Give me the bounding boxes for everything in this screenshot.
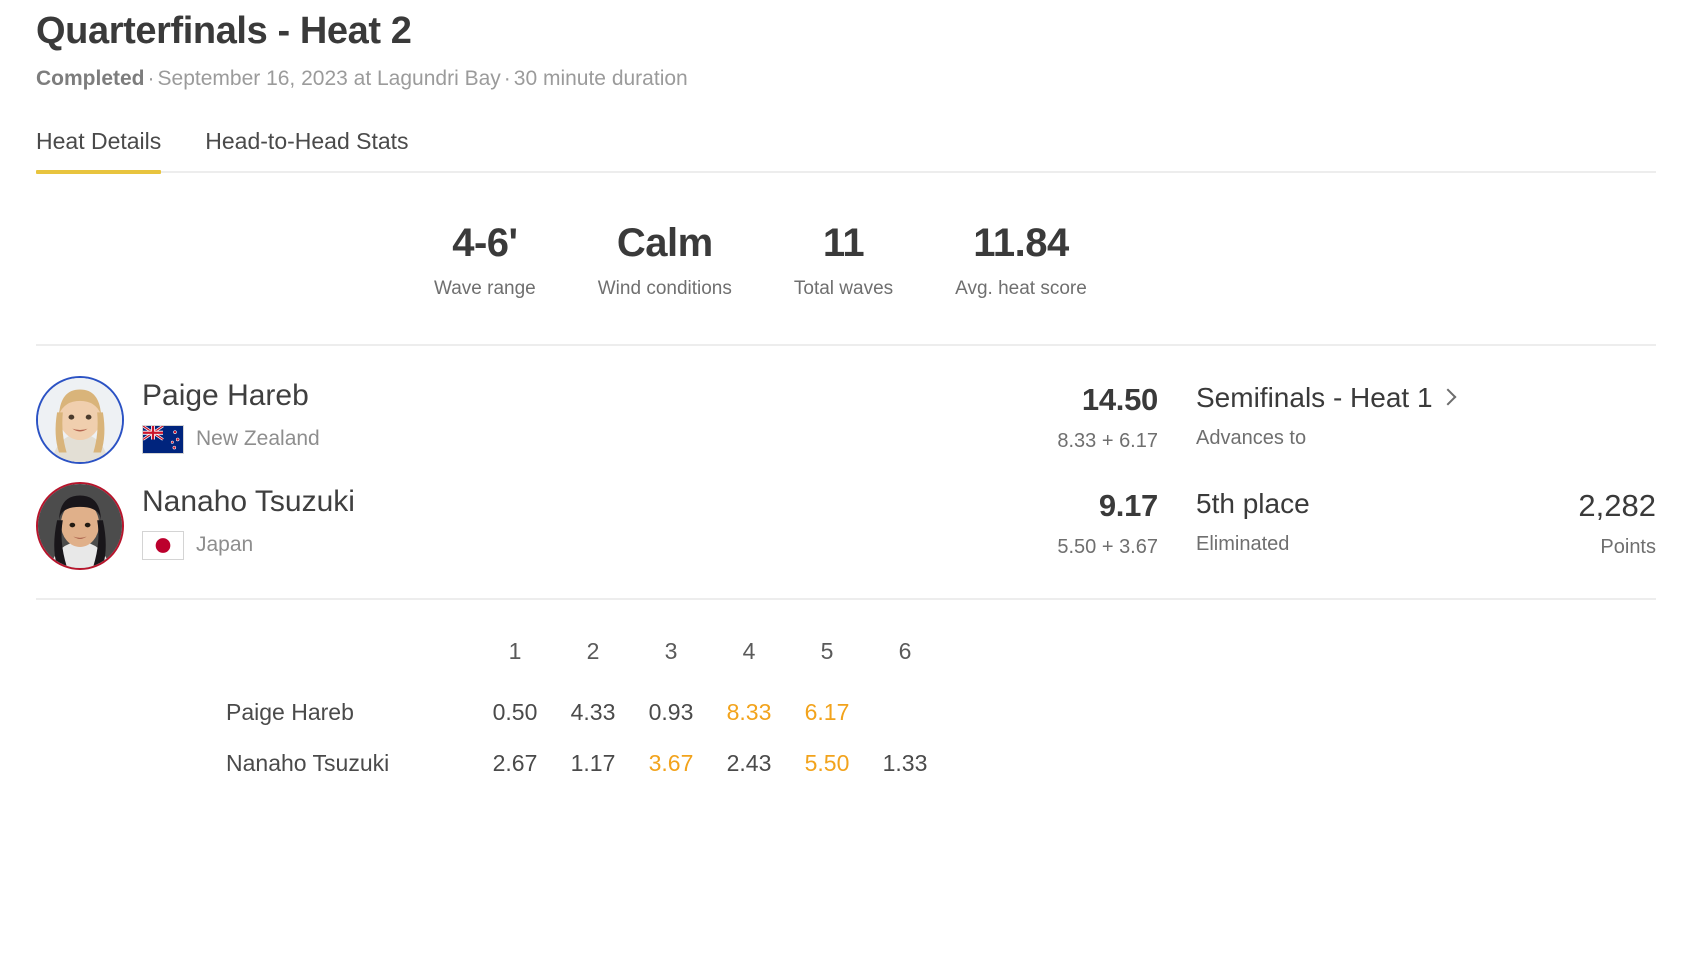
wave-scores-header-row: 1 2 3 4 5 6 (226, 626, 944, 687)
advances-to-heat-label: Semifinals - Heat 1 (1196, 381, 1433, 413)
wave-score-cell: 0.50 (492, 698, 538, 725)
stat-wind-conditions-label: Wind conditions (597, 277, 732, 299)
meta-separator-2: · (503, 66, 511, 90)
wave-scores-grid: 1 2 3 4 5 6 Paige Hareb 0.50 4.33 0.93 8… (226, 626, 944, 789)
stat-wave-range: 4-6' Wave range (434, 221, 536, 300)
meta-separator-1: · (147, 66, 155, 90)
conditions-summary: 4-6' Wave range Calm Wind conditions 11 … (36, 173, 1656, 346)
chevron-right-icon (1439, 388, 1457, 406)
athlete-placement-label: 5th place (1196, 487, 1310, 519)
wave-scores-table: 1 2 3 4 5 6 Paige Hareb 0.50 4.33 0.93 8… (36, 600, 1656, 789)
stat-wind-conditions-value: Calm (616, 220, 713, 265)
athlete-country-name: Japan (196, 533, 254, 557)
athlete-points: 2,282 Points (1546, 480, 1656, 560)
athlete-score-breakdown: 5.50 + 3.67 (1057, 536, 1158, 559)
athlete-points-label: Points (1600, 536, 1656, 559)
table-row: Nanaho Tsuzuki 2.67 1.17 3.67 2.43 5.50 … (226, 738, 944, 789)
stat-wind-conditions: Calm Wind conditions (598, 221, 732, 300)
stat-wave-range-label: Wave range (434, 277, 536, 299)
stat-total-waves-label: Total waves (793, 277, 894, 299)
avatar (36, 481, 124, 570)
page-title: Quarterfinals - Heat 2 (36, 10, 412, 52)
athlete-row[interactable]: Paige Hareb New Zealand 14.50 8.33 + 6.1… (36, 368, 1656, 474)
wave-score-cell: 3.67 (648, 749, 694, 776)
athlete-outcome: Semifinals - Heat 1 Advances to (1196, 374, 1526, 450)
athlete-points (1546, 374, 1656, 395)
stat-wave-range-value: 4-6' (452, 220, 518, 265)
status-badge: Completed (36, 66, 145, 90)
stat-avg-heat-score-value: 11.84 (973, 220, 1069, 265)
wave-row-name: Paige Hareb (226, 698, 354, 725)
athlete-country: Japan (142, 530, 355, 560)
stat-total-waves-value: 11 (822, 220, 865, 265)
athlete-score: 9.17 5.50 + 3.67 (1038, 480, 1158, 560)
jp-flag-icon (142, 530, 184, 560)
wave-header-3: 3 (664, 637, 678, 664)
athlete-placement: 5th place (1196, 488, 1526, 520)
heat-meta: Completed · September 16, 2023 at Lagundri… (36, 65, 1656, 92)
stat-avg-heat-score-label: Avg. heat score (955, 277, 1087, 299)
wave-header-5: 5 (820, 637, 834, 664)
athlete-outcome-sub: Advances to (1196, 426, 1307, 449)
athlete-info: Nanaho Tsuzuki Japan (142, 480, 355, 560)
stat-avg-heat-score: 11.84 Avg. heat score (955, 221, 1087, 300)
page-header: Quarterfinals - Heat 2 Completed · Septemb… (36, 0, 1656, 92)
nz-flag-icon (142, 424, 184, 454)
wave-scores-head: 1 2 3 4 5 6 (226, 626, 944, 687)
athlete-total-score: 9.17 (1098, 487, 1158, 523)
athlete-country: New Zealand (142, 424, 320, 454)
wave-score-cell: 1.17 (570, 749, 616, 776)
wave-header-6: 6 (898, 637, 912, 664)
wave-score-cell: 8.33 (726, 698, 772, 725)
athlete-outcome: 5th place Eliminated (1196, 480, 1526, 556)
wave-score-cell: 2.43 (726, 749, 772, 776)
advances-to-link[interactable]: Semifinals - Heat 1 (1196, 382, 1526, 414)
wave-row-name: Nanaho Tsuzuki (226, 749, 390, 776)
heat-date-location: September 16, 2023 at Lagundri Bay (157, 66, 501, 90)
athlete-outcome-sub: Eliminated (1196, 532, 1290, 555)
athlete-name[interactable]: Paige Hareb (142, 378, 320, 414)
athlete-points-value: 2,282 (1578, 487, 1656, 523)
heat-detail-page: Quarterfinals - Heat 2 Completed · Septemb… (0, 0, 1692, 789)
wave-score-cell: 2.67 (492, 749, 538, 776)
wave-scores-name-header (226, 626, 476, 687)
wave-header-1: 1 (508, 637, 522, 664)
wave-header-4: 4 (742, 637, 756, 664)
wave-scores-body: Paige Hareb 0.50 4.33 0.93 8.33 6.17 Nan… (226, 687, 944, 789)
tab-head-to-head-stats[interactable]: Head-to-Head Stats (205, 128, 408, 171)
athlete-name[interactable]: Nanaho Tsuzuki (142, 484, 355, 520)
heat-duration: 30 minute duration (513, 66, 688, 90)
athlete-score: 14.50 8.33 + 6.17 (1038, 374, 1158, 454)
stat-total-waves: 11 Total waves (794, 221, 893, 300)
wave-score-cell: 5.50 (804, 749, 850, 776)
tab-bar: Heat Details Head-to-Head Stats (36, 128, 1656, 174)
wave-score-cell: 6.17 (804, 698, 850, 725)
wave-score-cell (866, 687, 944, 738)
wave-score-cell: 0.93 (648, 698, 694, 725)
athlete-info: Paige Hareb New Zealand (142, 374, 320, 454)
tab-heat-details[interactable]: Heat Details (36, 128, 162, 174)
wave-header-2: 2 (586, 637, 600, 664)
athlete-total-score: 14.50 (1081, 381, 1158, 417)
wave-score-cell: 4.33 (570, 698, 616, 725)
athlete-results-list: Paige Hareb New Zealand 14.50 8.33 + 6.1… (36, 346, 1656, 600)
wave-score-cell: 1.33 (882, 749, 928, 776)
table-row: Paige Hareb 0.50 4.33 0.93 8.33 6.17 (226, 687, 944, 738)
athlete-country-name: New Zealand (196, 427, 320, 451)
avatar (36, 375, 124, 464)
athlete-row[interactable]: Nanaho Tsuzuki Japan 9.17 5.50 + 3.67 5t… (36, 474, 1656, 580)
athlete-score-breakdown: 8.33 + 6.17 (1057, 430, 1158, 453)
